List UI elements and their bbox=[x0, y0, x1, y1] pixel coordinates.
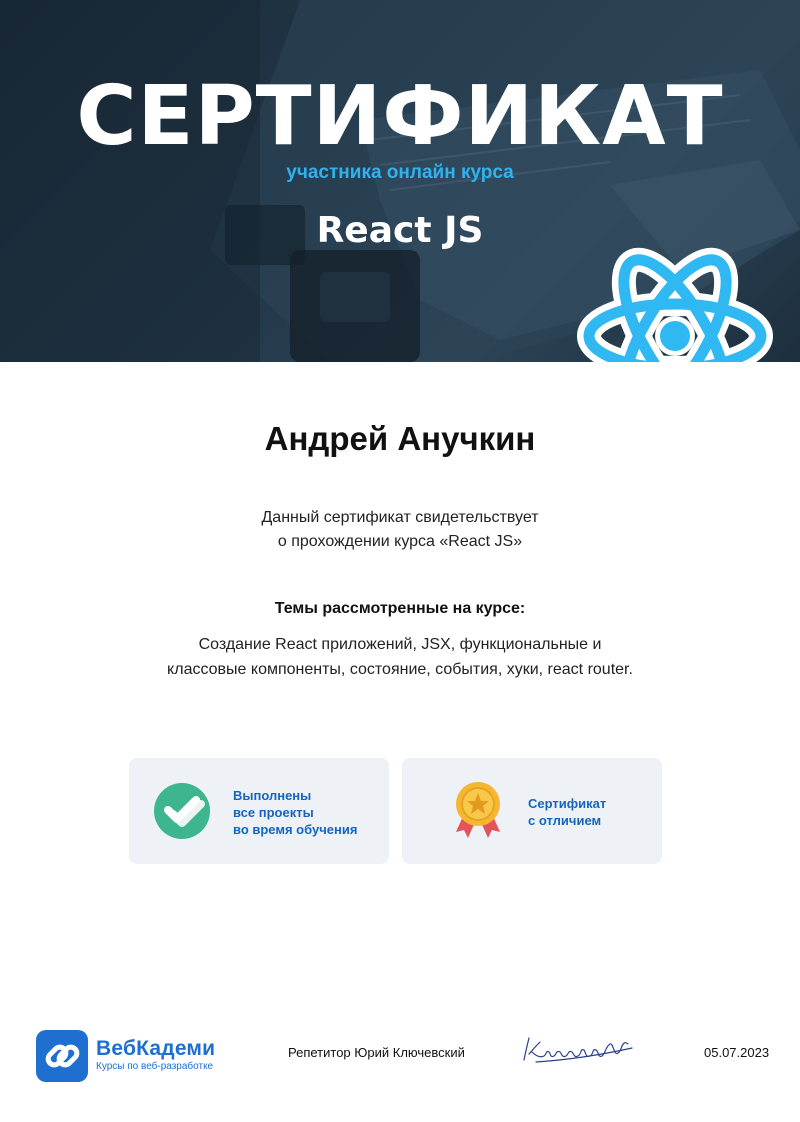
description-line: Данный сертификат свидетельствует bbox=[261, 509, 539, 526]
topics-heading: Темы рассмотренные на курсе: bbox=[274, 600, 526, 617]
header-banner: СЕРТИФИКАТ участника онлайн курса React … bbox=[0, 0, 800, 362]
check-icon bbox=[154, 783, 210, 839]
description-line: о прохождении курса «React JS» bbox=[277, 533, 523, 550]
brand-tagline: Курсы по веб-разработке bbox=[96, 1061, 214, 1072]
achievement-line: все проекты bbox=[233, 805, 314, 820]
achievement-line: Выполнены bbox=[233, 788, 312, 803]
certificate-title: СЕРТИФИКАТ bbox=[76, 69, 724, 164]
achievement-line: с отличием bbox=[528, 813, 602, 828]
achievement-line: во время обучения bbox=[233, 822, 358, 837]
achievement-text: Сертификат с отличием bbox=[528, 795, 606, 829]
topics-list: Создание React приложений, JSX, функцион… bbox=[0, 632, 800, 682]
react-logo-icon bbox=[577, 247, 773, 362]
certificate-subtitle: участника онлайн курса bbox=[286, 162, 514, 183]
brand-name: ВебКадеми bbox=[96, 1037, 216, 1060]
topics-line: классовые компоненты, состояние, события… bbox=[167, 661, 633, 678]
student-name: Андрей Анучкин bbox=[264, 420, 536, 457]
medal-icon bbox=[456, 782, 500, 838]
achievement-line: Сертификат bbox=[528, 796, 607, 811]
achievement-card-honors: Сертификат с отличием bbox=[402, 758, 662, 864]
brand-logo-icon bbox=[36, 1030, 88, 1082]
certificate-description: Данный сертификат свидетельствует о прох… bbox=[0, 506, 800, 554]
signature-image bbox=[523, 1037, 633, 1063]
achievement-card-projects: Выполнены все проекты во время обучения bbox=[129, 758, 389, 864]
certificate-date: 05.07.2023 bbox=[704, 1045, 770, 1060]
achievement-text: Выполнены все проекты во время обучения bbox=[233, 787, 357, 838]
topics-line: Создание React приложений, JSX, функцион… bbox=[198, 636, 602, 653]
tutor-name: Репетитор Юрий Ключевский bbox=[288, 1045, 465, 1060]
